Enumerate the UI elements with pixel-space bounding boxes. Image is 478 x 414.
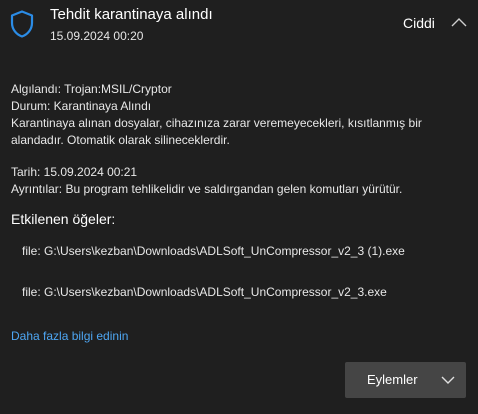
severity-label: Ciddi [403, 15, 435, 31]
learn-more-link[interactable]: Daha fazla bilgi edinin [11, 329, 128, 343]
notification-header: Tehdit karantinaya alındı 15.09.2024 00:… [0, 0, 478, 56]
notification-timestamp: 15.09.2024 00:20 [50, 29, 144, 43]
description-text: Karantinaya alınan dosyalar, cihazınıza … [11, 116, 422, 147]
details-line: Ayrıntılar: Bu program tehlikelidir ve s… [11, 182, 403, 196]
status-line: Durum: Karantinaya Alındı [11, 99, 152, 113]
notification-title: Tehdit karantinaya alındı [50, 6, 213, 23]
actions-button[interactable]: Eylemler [345, 362, 466, 398]
shield-icon [10, 10, 34, 38]
collapse-button[interactable] [447, 12, 471, 32]
chevron-down-icon [441, 376, 455, 384]
chevron-up-icon [451, 18, 467, 27]
affected-items-heading: Etkilenen öğeler: [11, 211, 116, 227]
threat-notification-panel: Tehdit karantinaya alındı 15.09.2024 00:… [0, 0, 478, 414]
actions-button-label: Eylemler [367, 372, 418, 387]
detected-line: Algılandı: Trojan:MSIL/Cryptor [11, 82, 172, 96]
date-line: Tarih: 15.09.2024 00:21 [11, 165, 138, 179]
affected-file-item: file: G:\Users\kezban\Downloads\ADLSoft_… [22, 285, 387, 299]
affected-file-item: file: G:\Users\kezban\Downloads\ADLSoft_… [22, 244, 405, 258]
